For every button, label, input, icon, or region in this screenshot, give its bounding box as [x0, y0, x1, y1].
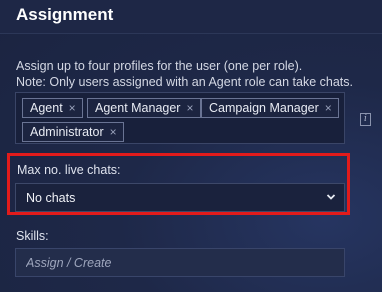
remove-tag-icon[interactable]: ×	[110, 123, 117, 141]
profile-tag-label: Agent Manager	[95, 101, 181, 115]
profile-tag-label: Agent	[30, 101, 63, 115]
skills-label: Skills:	[16, 229, 49, 243]
max-live-chats-value: No chats	[26, 191, 76, 205]
remove-tag-icon[interactable]: ×	[69, 99, 76, 117]
profile-tag-administrator: Administrator ×	[22, 122, 124, 142]
info-icon[interactable]: i	[360, 113, 371, 126]
chevron-down-icon	[326, 194, 336, 200]
profiles-multiselect[interactable]: Agent × Agent Manager × Campaign Manager × …	[15, 92, 345, 144]
profile-tag-label: Campaign Manager	[209, 101, 319, 115]
remove-tag-icon[interactable]: ×	[325, 99, 332, 117]
remove-tag-icon[interactable]: ×	[186, 99, 193, 117]
profile-tag-label: Administrator	[30, 125, 104, 139]
assignment-description: Assign up to four profiles for the user …	[16, 58, 366, 90]
max-live-chats-label: Max no. live chats:	[17, 163, 121, 177]
profile-tag-agent: Agent ×	[22, 98, 83, 118]
max-live-chats-select[interactable]: No chats	[15, 183, 345, 212]
description-line-2: Note: Only users assigned with an Agent …	[16, 75, 353, 89]
profile-tag-campaign-manager: Campaign Manager ×	[201, 98, 339, 118]
section-header: Assignment	[0, 0, 382, 34]
assignment-panel: Assignment Assign up to four profiles fo…	[0, 0, 382, 292]
skills-input[interactable]	[15, 248, 345, 277]
profile-tag-agent-manager: Agent Manager ×	[87, 98, 201, 118]
description-line-1: Assign up to four profiles for the user …	[16, 59, 303, 73]
section-title: Assignment	[16, 5, 114, 24]
